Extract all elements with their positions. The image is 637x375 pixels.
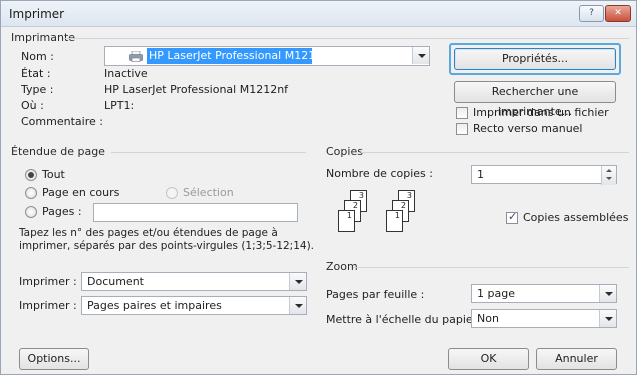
help-button[interactable]: ? (579, 5, 604, 22)
range-selection-radio (166, 187, 178, 199)
pages-hint-line1: Tapez les n° des pages et/ou étendues de… (19, 227, 278, 239)
printer-group-line (63, 38, 629, 39)
printer-comment-label: Commentaire : (21, 115, 103, 128)
chevron-down-icon[interactable] (599, 310, 616, 327)
range-selection-label: Sélection (183, 186, 234, 199)
print-pages-value: Pages paires et impaires (87, 299, 222, 312)
range-all-label: Tout (42, 168, 65, 181)
window-title: Imprimer (9, 7, 65, 21)
print-to-file-label: Imprimer dans un fichier (473, 106, 609, 119)
printer-type-label: Type : (21, 83, 54, 96)
pages-per-sheet-value: 1 page (477, 287, 515, 300)
printer-name-value: HP LaserJet Professional M1212nf (149, 49, 334, 62)
manual-duplex-checkbox[interactable] (456, 123, 468, 135)
pages-input[interactable] (93, 203, 298, 222)
copies-count-value: 1 (477, 168, 484, 181)
range-all-radio[interactable] (25, 169, 37, 181)
close-button[interactable]: ✕ (605, 5, 631, 22)
zoom-group-line (353, 267, 629, 268)
page-icon: 1 (338, 210, 355, 232)
collate-label: Copies assemblées (523, 211, 629, 224)
scale-select[interactable]: Non (471, 309, 617, 328)
chevron-down-icon[interactable] (289, 297, 306, 314)
printer-status-value: Inactive (104, 67, 148, 80)
print-what-select[interactable]: Document (81, 272, 307, 291)
options-button[interactable]: Options... (19, 348, 89, 370)
printer-where-value: LPT1: (104, 99, 135, 112)
title-bar: Imprimer ? ✕ (1, 1, 636, 27)
scale-label: Mettre à l'échelle du papier : (326, 313, 485, 326)
print-what-value: Document (87, 275, 144, 288)
print-dialog: Imprimer ? ✕ Imprimante Nom : HP LaserJe… (0, 0, 637, 375)
copies-group-line (361, 152, 629, 153)
range-current-label: Page en cours (42, 186, 120, 199)
chevron-down-icon[interactable] (289, 273, 306, 290)
printer-name-label: Nom : (21, 50, 54, 63)
printer-icon (129, 50, 143, 62)
printer-name-select[interactable]: HP LaserJet Professional M1212nf (104, 46, 430, 66)
printer-type-value: HP LaserJet Professional M1212nf (104, 83, 289, 96)
print-to-file-checkbox[interactable] (456, 107, 468, 119)
copies-count-label: Nombre de copies : (326, 167, 433, 180)
copies-count-input[interactable]: 1 (471, 165, 617, 185)
pages-per-sheet-label: Pages par feuille : (326, 288, 425, 301)
scale-value: Non (477, 312, 499, 325)
page-range-group-label: Étendue de page (11, 145, 105, 158)
pages-hint-line2: imprimer, séparés par des points-virgule… (19, 240, 315, 252)
printer-where-label: Où : (21, 99, 44, 112)
page-icon: 1 (386, 210, 403, 232)
print-pages-label: Imprimer : (19, 299, 77, 312)
copies-group-label: Copies (326, 145, 363, 158)
range-pages-label: Pages : (42, 205, 82, 218)
find-printer-button[interactable]: Rechercher une imprimante... (454, 81, 616, 118)
page-range-line (111, 152, 306, 153)
print-pages-select[interactable]: Pages paires et impaires (81, 296, 307, 315)
manual-duplex-label: Recto verso manuel (473, 122, 583, 135)
collate-checkbox[interactable] (506, 210, 518, 224)
range-current-radio[interactable] (25, 187, 37, 199)
copies-spinner[interactable] (601, 166, 616, 185)
range-pages-radio[interactable] (25, 206, 37, 218)
cancel-button[interactable]: Annuler (536, 348, 617, 370)
chevron-down-icon[interactable] (412, 47, 429, 64)
print-what-label: Imprimer : (19, 275, 77, 288)
pages-per-sheet-select[interactable]: 1 page (471, 284, 617, 303)
properties-button[interactable]: Propriétés... (454, 48, 616, 70)
ok-button[interactable]: OK (448, 348, 529, 370)
printer-status-label: État : (21, 67, 51, 80)
chevron-down-icon[interactable] (599, 285, 616, 302)
